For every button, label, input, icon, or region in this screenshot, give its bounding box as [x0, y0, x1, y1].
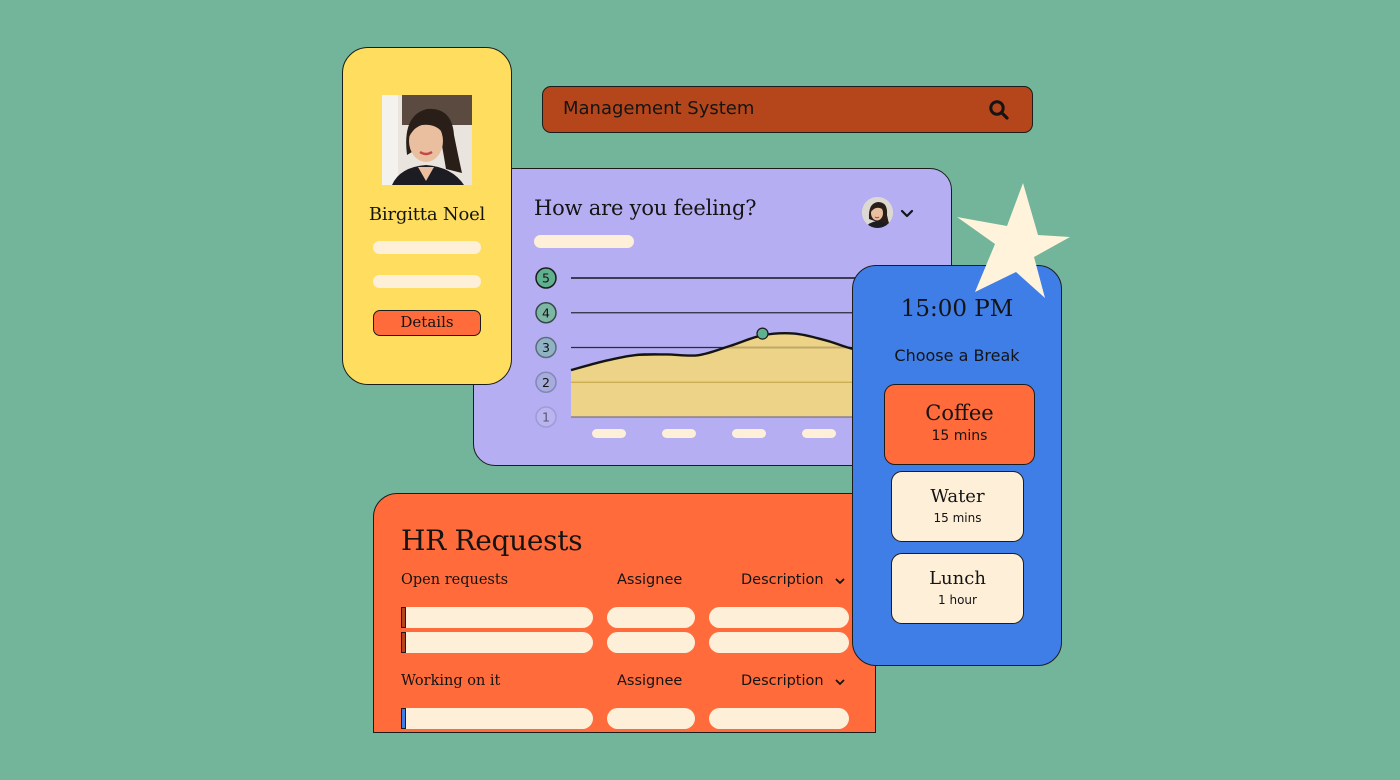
break-option-coffee[interactable]: Coffee 15 mins	[884, 384, 1035, 465]
break-option-duration: 1 hour	[938, 593, 977, 607]
search-bar[interactable]: Management System	[542, 86, 1033, 133]
request-name-placeholder	[402, 607, 593, 628]
details-button[interactable]: Details	[373, 310, 481, 336]
x-tick-placeholder	[592, 429, 626, 438]
break-card: 15:00 PM Choose a Break Coffee 15 mins W…	[852, 265, 1062, 666]
profile-info-placeholder	[373, 241, 481, 254]
column-header-assignee[interactable]: Assignee	[617, 572, 682, 588]
chevron-down-icon[interactable]	[900, 209, 914, 219]
hr-title: HR Requests	[401, 524, 583, 557]
search-icon[interactable]	[988, 99, 1010, 121]
break-option-lunch[interactable]: Lunch 1 hour	[891, 553, 1024, 624]
section-header-working-on-it: Working on it Assignee Description	[374, 673, 875, 695]
section-header-open-requests: Open requests Assignee Description	[374, 572, 875, 594]
mood-title: How are you feeling?	[534, 196, 757, 220]
user-avatar[interactable]	[862, 197, 893, 228]
status-marker	[401, 632, 406, 653]
person-photo-icon	[382, 95, 472, 185]
chevron-down-icon[interactable]	[835, 578, 845, 585]
break-subtitle: Choose a Break	[894, 346, 1020, 365]
assignee-placeholder	[607, 708, 695, 729]
break-option-label: Water	[930, 486, 985, 507]
column-header-description[interactable]: Description	[741, 673, 824, 689]
break-option-label: Coffee	[925, 401, 994, 425]
x-tick-placeholder	[732, 429, 766, 438]
profile-photo	[382, 95, 472, 185]
profile-info-placeholder	[373, 275, 481, 288]
y-tick-label: 4	[542, 305, 550, 320]
search-input[interactable]: Management System	[563, 87, 754, 131]
request-name-placeholder	[402, 708, 593, 729]
column-header-assignee[interactable]: Assignee	[617, 673, 682, 689]
assignee-placeholder	[607, 607, 695, 628]
person-photo-icon	[862, 197, 893, 228]
status-marker	[401, 607, 406, 628]
request-row[interactable]	[374, 632, 875, 654]
assignee-placeholder	[607, 632, 695, 653]
highlight-point	[756, 327, 769, 340]
section-title: Working on it	[401, 673, 501, 689]
request-name-placeholder	[402, 632, 593, 653]
status-marker	[401, 708, 406, 729]
description-placeholder	[709, 632, 849, 653]
star-icon	[957, 183, 1070, 298]
x-tick-placeholder	[662, 429, 696, 438]
y-tick-label: 1	[542, 410, 550, 425]
description-placeholder	[709, 708, 849, 729]
break-option-label: Lunch	[929, 568, 986, 589]
y-tick-label: 3	[542, 340, 550, 355]
column-header-description[interactable]: Description	[741, 572, 824, 588]
break-option-duration: 15 mins	[931, 428, 988, 444]
x-tick-placeholder	[802, 429, 836, 438]
y-tick-label: 5	[542, 271, 550, 286]
profile-name: Birgitta Noel	[368, 204, 486, 225]
y-tick-label: 2	[542, 375, 550, 390]
break-option-water[interactable]: Water 15 mins	[891, 471, 1024, 542]
section-title: Open requests	[401, 572, 509, 588]
hr-requests-card: HR Requests Open requests Assignee Descr…	[373, 493, 876, 733]
profile-card: Birgitta Noel Details	[342, 47, 512, 385]
mood-subtitle-placeholder	[534, 235, 634, 248]
request-row[interactable]	[374, 607, 875, 629]
description-placeholder	[709, 607, 849, 628]
break-option-duration: 15 mins	[933, 511, 982, 525]
chevron-down-icon[interactable]	[835, 679, 845, 686]
request-row[interactable]	[374, 708, 875, 730]
